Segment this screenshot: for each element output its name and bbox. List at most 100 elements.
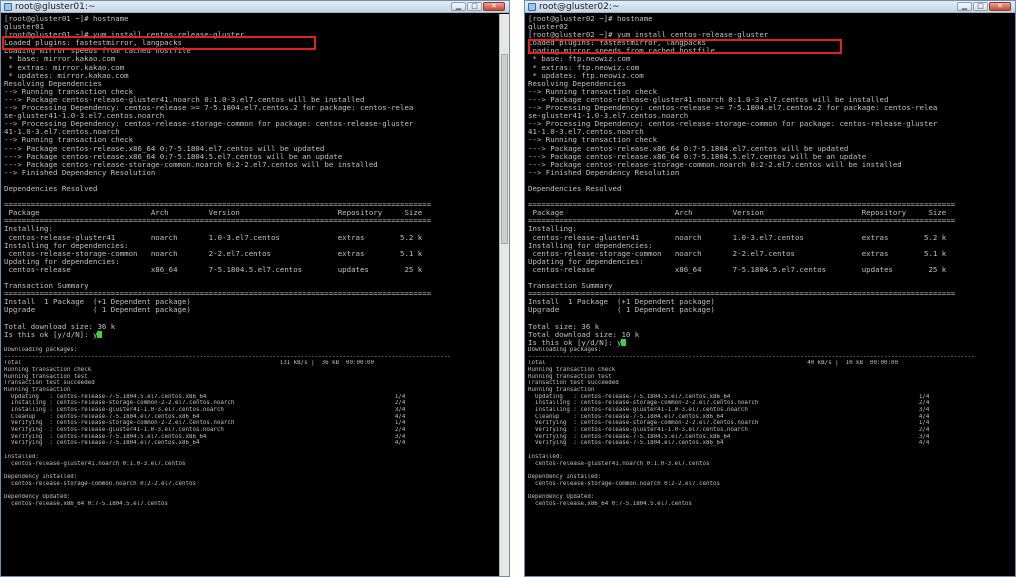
terminal-line-text: centos-release-gluster41 noarch 1.0-3.el… xyxy=(4,233,423,242)
terminal-line: 41-1.0-3.el7.centos.noarch xyxy=(528,128,1015,136)
terminal-line: gluster01 xyxy=(4,23,499,31)
window-title: root@gluster02:~ xyxy=(539,2,620,12)
terminal-line-text: Is this ok [y/d/N]: y xyxy=(4,330,98,339)
terminal-line-text: 41-1.0-3.el7.centos.noarch xyxy=(528,128,644,137)
terminal-line-text: Total download size: 10 k xyxy=(528,330,640,339)
terminal-line-text: centos-release-gluster41.noarch 0:1.0-3.… xyxy=(528,460,710,467)
putty-window-icon[interactable] xyxy=(4,3,12,11)
terminal-line: Dependency Updated: xyxy=(4,494,499,501)
terminal-line: se-gluster41-1.0-3.el7.centos.noarch xyxy=(4,112,499,120)
terminal-line: Installing: xyxy=(4,225,499,233)
terminal-line-text: * extras: ftp.neowiz.com xyxy=(528,63,640,72)
terminal-line-text: ========================================… xyxy=(528,201,956,210)
terminal-line-text: Running transaction xyxy=(4,386,71,393)
minimize-icon[interactable]: ▁ xyxy=(451,2,466,11)
terminal-line: Updating for dependencies: xyxy=(4,258,499,266)
terminal-line: centos-release-storage-common.noarch 0:2… xyxy=(4,481,499,488)
terminal-line-text: Transaction Summary xyxy=(528,282,613,291)
terminal-line: Installed: xyxy=(4,454,499,461)
terminal-line-text: Install 1 Package (+1 Dependent package) xyxy=(4,298,191,307)
terminal-line-text: Resolving Dependencies xyxy=(4,79,102,88)
terminal-line-text: centos-release-gluster41 noarch 1.0-3.el… xyxy=(528,233,947,242)
terminal-line: Updating : centos-release-7-5.1804.5.el7… xyxy=(4,394,499,401)
terminal-line: Dependencies Resolved xyxy=(528,185,1015,193)
terminal-line: centos-release-storage-common noarch 2-2… xyxy=(528,250,1015,258)
terminal-output[interactable]: [root@gluster02 ~]# hostname gluster02 [ro… xyxy=(528,15,1015,576)
terminal-line: Downloading packages: xyxy=(528,347,1015,354)
title-bar[interactable]: root@gluster01:~ ▁ □ ✕ xyxy=(1,1,509,13)
terminal-line-text: Package Arch Version Repository Size xyxy=(4,209,423,218)
terminal-line: ========================================… xyxy=(4,290,499,298)
terminal-line: Is this ok [y/d/N]: y xyxy=(4,330,499,339)
terminal-line-text: Updating : centos-release-7-5.1804.5.el7… xyxy=(4,393,406,400)
terminal-window-gluster01[interactable]: root@gluster01:~ ▁ □ ✕ [root@gluster01 ~… xyxy=(0,0,510,577)
terminal-line: * base: mirror.kakao.com xyxy=(4,55,499,63)
terminal-line: Dependency Installed: xyxy=(528,474,1015,481)
scrollbar-thumb[interactable] xyxy=(501,54,508,244)
terminal-line-text: se-gluster41-1.0-3.el7.centos.noarch xyxy=(4,112,165,121)
terminal-window-gluster02[interactable]: root@gluster02:~ ▁ □ ✕ [root@gluster02 ~… xyxy=(524,0,1016,577)
terminal-line-text: gluster01 xyxy=(4,23,45,32)
terminal-line-text: Dependency Updated: xyxy=(4,493,71,500)
terminal-line: Running transaction test xyxy=(528,374,1015,381)
maximize-icon[interactable]: □ xyxy=(467,2,482,11)
terminal-line-text: --> Processing Dependency: centos-releas… xyxy=(4,120,414,129)
terminal-output[interactable]: [root@gluster01 ~]# hostname gluster01 [ro… xyxy=(4,15,499,576)
terminal-line-text: Upgrade ( 1 Dependent package) xyxy=(4,306,191,315)
terminal-line: ========================================… xyxy=(528,290,1015,298)
terminal-line-text: Installing : centos-release-storage-comm… xyxy=(4,400,406,407)
terminal-line: centos-release-gluster41.noarch 0:1.0-3.… xyxy=(4,461,499,468)
window-title: root@gluster01:~ xyxy=(15,2,96,12)
terminal-line-text: Updating : centos-release-7-5.1804.5.el7… xyxy=(528,393,930,400)
terminal-line-text: Verifying : centos-release-7-5.1804.el7.… xyxy=(528,440,930,447)
terminal-line-text: Cleanup : centos-release-7-5.1804.el7.ce… xyxy=(4,413,406,420)
window-controls: ▁ □ ✕ xyxy=(957,2,1011,11)
terminal-line-text: ========================================… xyxy=(528,217,956,226)
terminal-line: Loading mirror speeds from cached hostfi… xyxy=(4,47,499,55)
terminal-line-text: Installing : centos-release-storage-comm… xyxy=(528,400,930,407)
terminal-line: ---> Package centos-release.x86_64 0:7-5… xyxy=(528,153,1015,161)
terminal-line-text: ---> Package centos-release.x86_64 0:7-5… xyxy=(4,152,343,161)
title-bar[interactable]: root@gluster02:~ ▁ □ ✕ xyxy=(525,1,1015,13)
terminal-line: ---> Package centos-release-gluster41.no… xyxy=(4,96,499,104)
terminal-line-text: Resolving Dependencies xyxy=(528,79,626,88)
terminal-line-text: Downloading packages: xyxy=(528,346,602,353)
putty-window-icon[interactable] xyxy=(528,3,536,11)
close-icon[interactable]: ✕ xyxy=(989,2,1011,11)
terminal-line-text: Loading mirror speeds from cached hostfi… xyxy=(528,47,715,56)
terminal-line-text: Upgrade ( 1 Dependent package) xyxy=(528,306,715,315)
scrollbar[interactable] xyxy=(499,14,509,576)
terminal-line-text: Verifying : centos-release-gluster41-1.0… xyxy=(4,427,406,434)
terminal-line-text: Downloading packages: xyxy=(4,346,78,353)
close-icon[interactable]: ✕ xyxy=(483,2,505,11)
maximize-icon[interactable]: □ xyxy=(973,2,988,11)
terminal-line-text: Dependencies Resolved xyxy=(528,184,622,193)
terminal-line-text: 41-1.0-3.el7.centos.noarch xyxy=(4,128,120,137)
terminal-line: Loaded plugins: fastestmirror, langpacks xyxy=(528,39,1015,47)
terminal-line: * extras: mirror.kakao.com xyxy=(4,64,499,72)
terminal-line: Verifying : centos-release-7-5.1804.el7.… xyxy=(4,440,499,447)
terminal-line-text: Total size: 36 k xyxy=(528,322,600,331)
terminal-line-text: centos-release x86_64 7-5.1804.5.el7.cen… xyxy=(4,265,423,274)
terminal-line: Package Arch Version Repository Size xyxy=(528,209,1015,217)
terminal-line-text: Package Arch Version Repository Size xyxy=(528,209,947,218)
terminal-line-text: centos-release-storage-common noarch 2-2… xyxy=(4,249,423,258)
terminal-line: Installing : centos-release-gluster41-1.… xyxy=(4,407,499,414)
terminal-line: --> Processing Dependency: centos-releas… xyxy=(528,104,1015,112)
terminal-line: Cleanup : centos-release-7-5.1804.el7.ce… xyxy=(528,414,1015,421)
terminal-line: Verifying : centos-release-7-5.1804.5.el… xyxy=(4,434,499,441)
terminal-line: se-gluster41-1.0-3.el7.centos.noarch xyxy=(528,112,1015,120)
terminal-line-text: ========================================… xyxy=(4,217,432,226)
terminal-line: Downloading packages: xyxy=(4,347,499,354)
terminal-line: centos-release.x86_64 0:7-5.1804.5.el7.c… xyxy=(4,501,499,508)
terminal-line-text: ---> Package centos-release.x86_64 0:7-5… xyxy=(528,152,867,161)
terminal-line-text: * extras: mirror.kakao.com xyxy=(4,63,125,72)
terminal-line: centos-release-storage-common noarch 2-2… xyxy=(4,250,499,258)
terminal-line: * base: ftp.neowiz.com xyxy=(528,55,1015,63)
terminal-line-text: Verifying : centos-release-storage-commo… xyxy=(528,420,930,427)
terminal-line-text: ---> Package centos-release-storage-comm… xyxy=(4,160,378,169)
terminal-line: Verifying : centos-release-gluster41-1.0… xyxy=(4,427,499,434)
minimize-icon[interactable]: ▁ xyxy=(957,2,972,11)
